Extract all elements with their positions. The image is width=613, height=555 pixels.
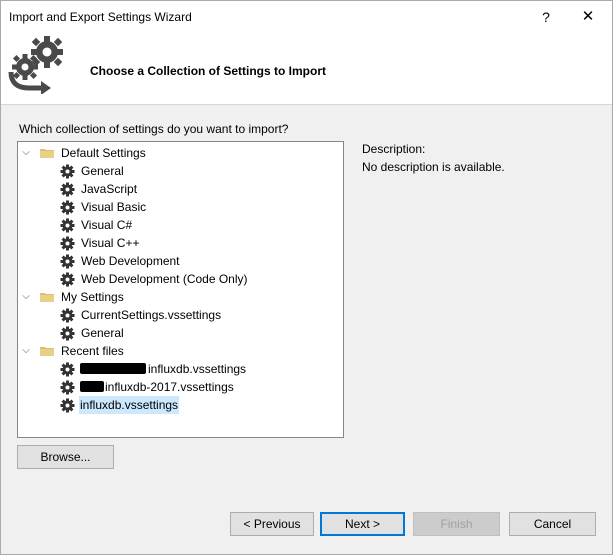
redaction-bar [80,363,146,374]
title-bar: Import and Export Settings Wizard ? ✕ [1,1,612,32]
folder-icon [40,293,54,302]
tree-group-label: Recent files [61,344,124,358]
gear-icon [60,272,75,287]
collapse-chevron-icon[interactable]: ⌵ [21,144,31,162]
wizard-header: Choose a Collection of Settings to Impor… [1,32,612,105]
settings-tree[interactable]: ⌵ Default Settings General JavaScript Vi… [17,141,344,438]
collapse-chevron-icon[interactable]: ⌵ [21,288,31,306]
gear-icon [60,236,75,251]
folder-icon [40,347,54,356]
redaction-bar [80,381,104,392]
next-button[interactable]: Next > [320,512,405,536]
gear-icon [60,380,75,395]
gear-icon [60,164,75,179]
gear-icon [60,398,75,413]
tree-group-my-settings[interactable]: ⌵ My Settings [18,288,341,306]
help-button[interactable]: ? [536,7,556,27]
folder-icon [40,149,54,158]
tree-item-label: Visual C# [81,218,133,232]
tree-item-label: influxdb.vssettings [148,362,247,376]
tree-group-recent-files[interactable]: ⌵ Recent files [18,342,341,360]
finish-button[interactable]: Finish [413,512,500,536]
cancel-button[interactable]: Cancel [509,512,596,536]
description-text: No description is available. [362,160,505,174]
tree-item-label: General [81,326,124,340]
wizard-window: Import and Export Settings Wizard ? ✕ Ch… [0,0,613,555]
tree-item-label: Web Development (Code Only) [81,272,248,286]
previous-button[interactable]: < Previous [230,512,314,536]
tree-item-label: Visual C++ [81,236,140,250]
tree-group-label: My Settings [61,290,124,304]
browse-button[interactable]: Browse... [17,445,114,469]
gear-icon [60,362,75,377]
gear-icon [60,308,75,323]
gear-icon [60,182,75,197]
window-title: Import and Export Settings Wizard [9,10,192,24]
tree-item-label: influxdb-2017.vssettings [105,380,234,394]
tree-item-label: CurrentSettings.vssettings [81,308,222,322]
gear-icon [60,218,75,233]
tree-item-label: Web Development [81,254,180,268]
gear-icon [60,254,75,269]
tree-group-default-settings[interactable]: ⌵ Default Settings [18,144,341,162]
tree-item-label: JavaScript [81,182,138,196]
tree-item-label: General [81,164,124,178]
gears-arrow-icon [8,36,63,94]
gear-icon [60,200,75,215]
close-button[interactable]: ✕ [578,7,598,27]
description-label: Description: [362,142,426,156]
gear-icon [60,326,75,341]
collection-prompt: Which collection of settings do you want… [19,122,289,136]
tree-item-label: Visual Basic [81,200,147,214]
page-title: Choose a Collection of Settings to Impor… [90,64,327,78]
tree-item-label: influxdb.vssettings [79,396,180,414]
collapse-chevron-icon[interactable]: ⌵ [21,342,31,360]
tree-group-label: Default Settings [61,146,146,160]
